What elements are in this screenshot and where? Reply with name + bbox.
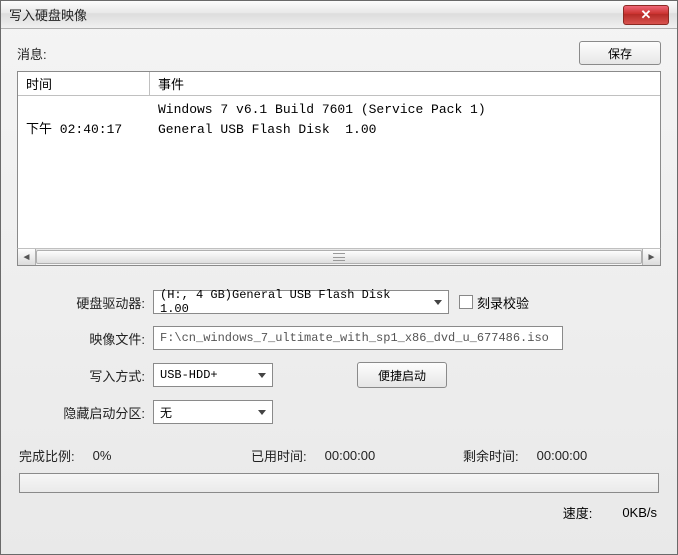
image-label: 映像文件: xyxy=(23,329,153,348)
elapsed-value: 00:00:00 xyxy=(325,448,376,463)
stats-row: 完成比例: 0% 已用时间: 00:00:00 剩余时间: 00:00:00 xyxy=(17,442,661,473)
log-body: Windows 7 v6.1 Build 7601 (Service Pack … xyxy=(18,96,660,140)
chevron-down-icon xyxy=(434,300,442,305)
log-time xyxy=(18,100,150,120)
speed-value: 0KB/s xyxy=(622,505,657,520)
stat-percent: 完成比例: 0% xyxy=(19,446,251,465)
column-header-time[interactable]: 时间 xyxy=(18,72,150,95)
method-label: 写入方式: xyxy=(23,366,153,385)
grip-icon xyxy=(333,253,345,261)
quick-boot-button[interactable]: 便捷启动 xyxy=(357,362,447,388)
percent-label: 完成比例: xyxy=(19,446,75,465)
elapsed-label: 已用时间: xyxy=(251,446,307,465)
column-header-event[interactable]: 事件 xyxy=(150,74,660,93)
info-row: 消息: 保存 xyxy=(17,41,661,65)
hide-partition-label: 隐藏启动分区: xyxy=(23,403,153,422)
hide-partition-select[interactable]: 无 xyxy=(153,400,273,424)
speed-label: 速度: xyxy=(563,503,593,522)
write-method-select[interactable]: USB-HDD+ xyxy=(153,363,273,387)
log-panel: 时间 事件 Windows 7 v6.1 Build 7601 (Service… xyxy=(17,71,661,249)
log-row[interactable]: 下午 02:40:17 General USB Flash Disk 1.00 xyxy=(18,120,660,140)
verify-checkbox[interactable] xyxy=(459,295,473,309)
horizontal-scrollbar[interactable]: ◄ ► xyxy=(17,248,661,266)
progress-bar xyxy=(19,473,659,493)
hide-row: 隐藏启动分区: 无 xyxy=(23,400,655,424)
chevron-down-icon xyxy=(258,373,266,378)
window-title: 写入硬盘映像 xyxy=(9,5,87,24)
remaining-value: 00:00:00 xyxy=(537,448,588,463)
scroll-track[interactable] xyxy=(36,249,642,265)
close-icon: ✕ xyxy=(641,7,652,23)
drive-select[interactable]: (H:, 4 GB)General USB Flash Disk 1.00 xyxy=(153,290,449,314)
save-button[interactable]: 保存 xyxy=(579,41,661,65)
form-area: 硬盘驱动器: (H:, 4 GB)General USB Flash Disk … xyxy=(17,290,661,424)
drive-value: (H:, 4 GB)General USB Flash Disk 1.00 xyxy=(160,288,424,316)
stat-elapsed: 已用时间: 00:00:00 xyxy=(251,446,463,465)
image-path-value: F:\cn_windows_7_ultimate_with_sp1_x86_dv… xyxy=(160,331,549,345)
method-row: 写入方式: USB-HDD+ 便捷启动 xyxy=(23,362,655,388)
scroll-left-arrow-icon[interactable]: ◄ xyxy=(18,249,36,265)
dialog-window: 写入硬盘映像 ✕ 消息: 保存 时间 事件 Windows 7 v6.1 Bui… xyxy=(0,0,678,555)
remaining-label: 剩余时间: xyxy=(463,446,519,465)
info-label: 消息: xyxy=(17,44,47,63)
scroll-right-arrow-icon[interactable]: ► xyxy=(642,249,660,265)
log-event: Windows 7 v6.1 Build 7601 (Service Pack … xyxy=(150,100,660,120)
log-header: 时间 事件 xyxy=(18,72,660,96)
image-path-field[interactable]: F:\cn_windows_7_ultimate_with_sp1_x86_dv… xyxy=(153,326,563,350)
titlebar[interactable]: 写入硬盘映像 ✕ xyxy=(1,1,677,29)
close-button[interactable]: ✕ xyxy=(623,5,669,25)
hide-value: 无 xyxy=(160,404,172,421)
stat-remaining: 剩余时间: 00:00:00 xyxy=(463,446,587,465)
scroll-thumb[interactable] xyxy=(36,250,642,264)
speed-row: 速度: 0KB/s xyxy=(17,493,661,522)
content-area: 消息: 保存 时间 事件 Windows 7 v6.1 Build 7601 (… xyxy=(1,29,677,532)
log-row[interactable]: Windows 7 v6.1 Build 7601 (Service Pack … xyxy=(18,100,660,120)
drive-row: 硬盘驱动器: (H:, 4 GB)General USB Flash Disk … xyxy=(23,290,655,314)
image-row: 映像文件: F:\cn_windows_7_ultimate_with_sp1_… xyxy=(23,326,655,350)
method-value: USB-HDD+ xyxy=(160,368,218,382)
drive-label: 硬盘驱动器: xyxy=(23,293,153,312)
verify-checkbox-wrap[interactable]: 刻录校验 xyxy=(459,293,529,312)
chevron-down-icon xyxy=(258,410,266,415)
log-time: 下午 02:40:17 xyxy=(18,120,150,140)
percent-value: 0% xyxy=(93,448,112,463)
log-event: General USB Flash Disk 1.00 xyxy=(150,120,660,140)
verify-label: 刻录校验 xyxy=(477,293,529,312)
